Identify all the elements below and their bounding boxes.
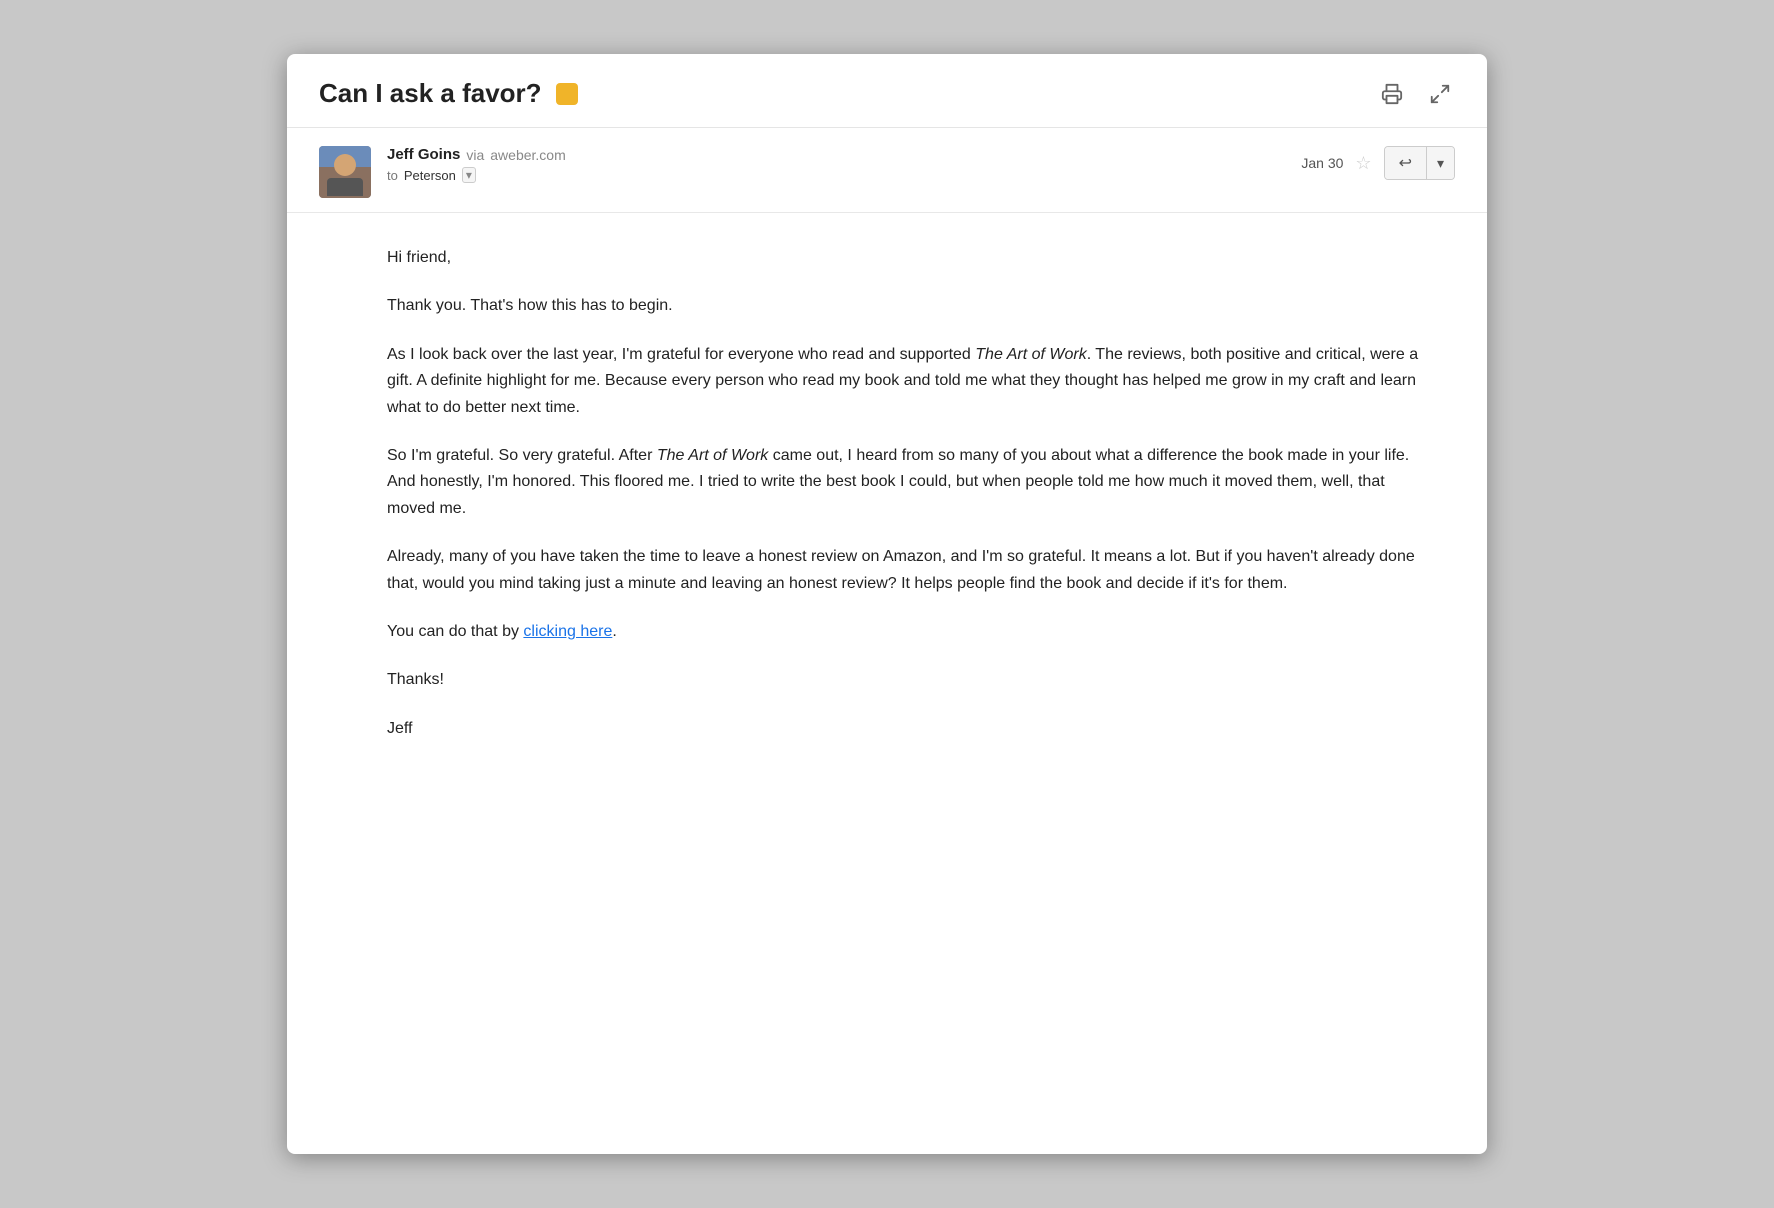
sender-name: Jeff Goins	[387, 146, 460, 163]
more-actions-button[interactable]: ▾	[1427, 147, 1454, 179]
action-buttons: ↩ ▾	[1384, 146, 1455, 180]
paragraph-thanks: Thanks!	[387, 667, 1423, 693]
to-name: Peterson	[404, 168, 456, 183]
paragraph-signature: Jeff	[387, 716, 1423, 742]
email-body: Hi friend, Thank you. That's how this ha…	[287, 213, 1487, 782]
email-window: Can I ask a favor?	[287, 54, 1487, 1154]
expand-button[interactable]	[1425, 79, 1455, 109]
paragraph-2: As I look back over the last year, I'm g…	[387, 342, 1423, 421]
to-label: to	[387, 168, 398, 183]
sender-via-label: via	[466, 147, 484, 163]
paragraph-3: So I'm grateful. So very grateful. After…	[387, 443, 1423, 522]
sender-left: Jeff Goins via aweber.com to Peterson ▾	[319, 146, 566, 198]
sender-domain: aweber.com	[490, 147, 565, 163]
art-of-work-italic-2: The Art of Work	[657, 447, 768, 464]
paragraph-1: Thank you. That's how this has to begin.	[387, 293, 1423, 319]
email-header: Can I ask a favor?	[287, 54, 1487, 128]
clicking-here-link[interactable]: clicking here	[523, 623, 612, 640]
sender-right: Jan 30 ☆ ↩ ▾	[1301, 146, 1455, 180]
star-button[interactable]: ☆	[1355, 153, 1371, 174]
paragraph-4: Already, many of you have taken the time…	[387, 544, 1423, 597]
sender-section: Jeff Goins via aweber.com to Peterson ▾ …	[287, 128, 1487, 213]
print-button[interactable]	[1377, 79, 1407, 109]
sender-to-row: to Peterson ▾	[387, 167, 566, 183]
label-tag-icon[interactable]	[556, 83, 578, 105]
avatar	[319, 146, 371, 198]
email-date: Jan 30	[1301, 155, 1343, 171]
sender-name-row: Jeff Goins via aweber.com	[387, 146, 566, 163]
sender-info: Jeff Goins via aweber.com to Peterson ▾	[387, 146, 566, 183]
paragraph-5: You can do that by clicking here.	[387, 619, 1423, 645]
header-icons	[1377, 79, 1455, 109]
reply-button[interactable]: ↩	[1385, 147, 1427, 179]
greeting: Hi friend,	[387, 245, 1423, 271]
recipient-dropdown[interactable]: ▾	[462, 167, 476, 183]
art-of-work-italic-1: The Art of Work	[975, 346, 1086, 363]
subject-row: Can I ask a favor?	[319, 78, 578, 109]
email-subject: Can I ask a favor?	[319, 78, 542, 109]
